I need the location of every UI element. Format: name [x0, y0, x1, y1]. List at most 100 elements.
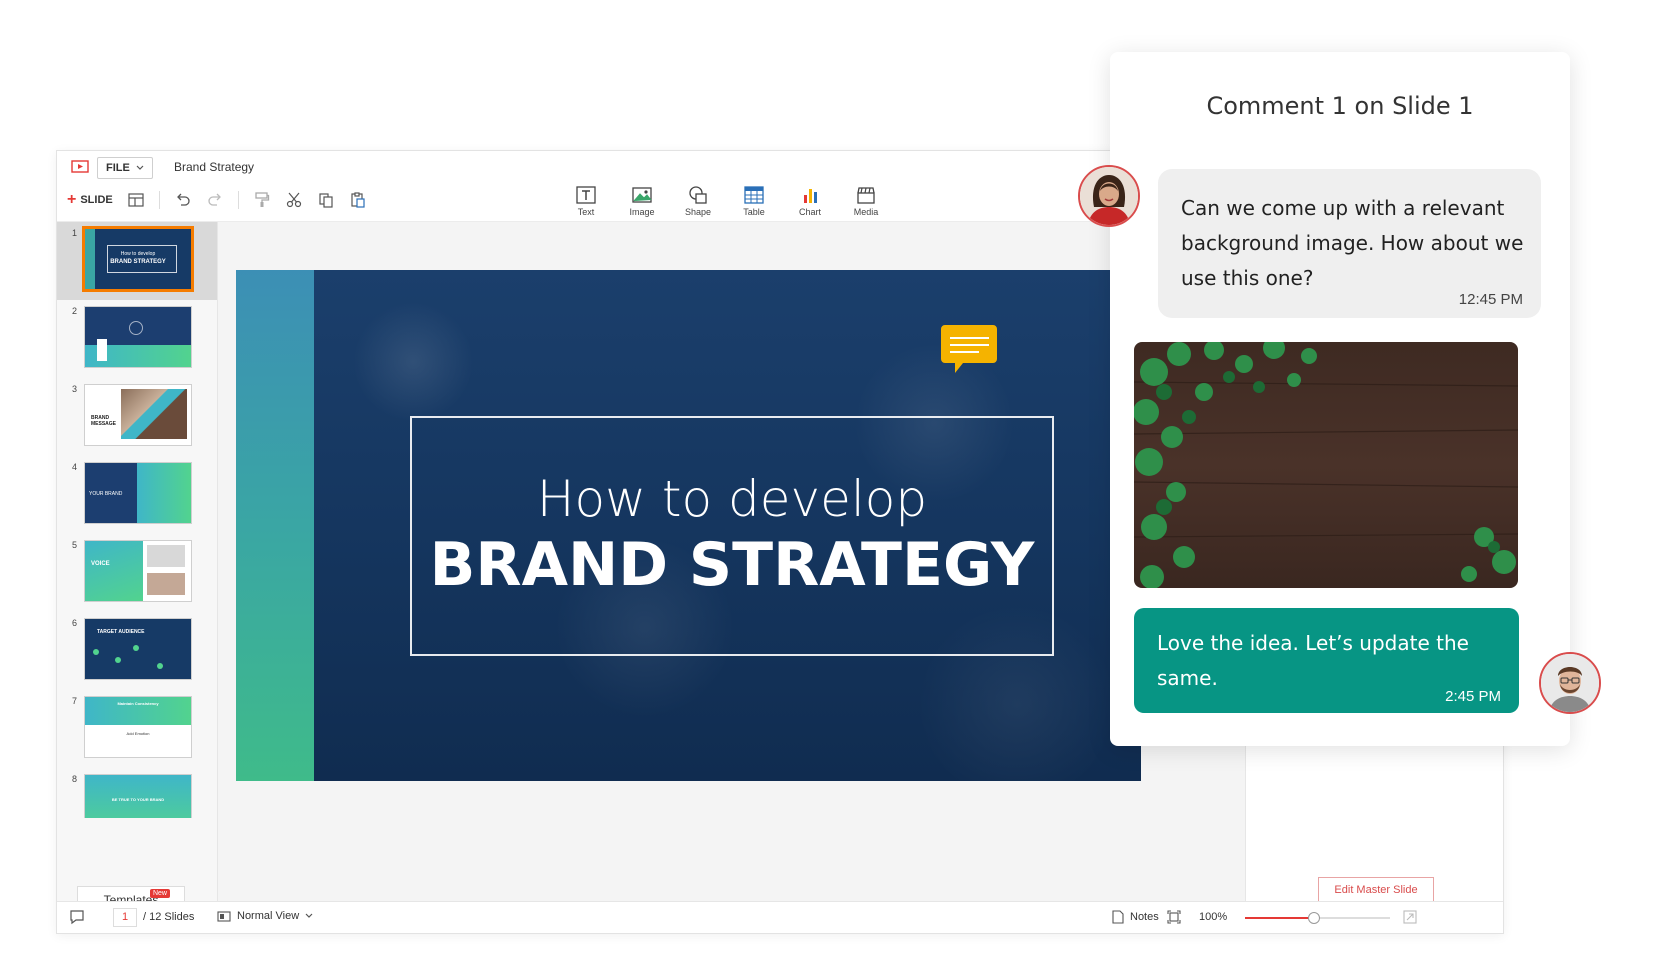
- insert-table-label: Table: [743, 207, 765, 217]
- reply-text: Love the idea. Let’s update the same.: [1157, 631, 1469, 690]
- toolbar-divider: [158, 191, 160, 209]
- thumbnail-preview: BRAND MESSAGE: [84, 384, 192, 446]
- thumbnail-text: Add Emotion: [126, 731, 150, 736]
- slide-thumbnail-7[interactable]: 7 Maintain Consistency Add Emotion: [57, 690, 217, 768]
- insert-text-label: Text: [577, 207, 595, 217]
- view-mode-label: Normal View: [237, 910, 300, 922]
- thumbnail-text: YOUR BRAND: [89, 491, 123, 497]
- media-icon: [857, 187, 875, 204]
- comment-panel-title: Comment 1 on Slide 1: [1206, 92, 1474, 120]
- document-title[interactable]: Brand Strategy: [174, 160, 254, 174]
- slide-count: / 12 Slides: [143, 911, 195, 923]
- notes-toggle[interactable]: Notes: [1112, 910, 1159, 924]
- thumbnail-preview: VOICE: [84, 540, 192, 602]
- thumbnail-text: TARGET AUDIENCE: [97, 629, 145, 635]
- insert-media-button[interactable]: Media: [847, 185, 885, 217]
- insert-shape-label: Shape: [684, 207, 712, 217]
- zoom-level: 100%: [1199, 911, 1228, 923]
- file-menu-button[interactable]: FILE: [97, 157, 153, 179]
- slide-number: 4: [72, 462, 78, 472]
- table-icon: [744, 186, 764, 204]
- cut-icon[interactable]: [285, 191, 303, 209]
- slide-thumbnail-panel[interactable]: 1 How to develop BRAND STRATEGY 2 3 BRAN…: [57, 222, 218, 901]
- slide-number: 2: [72, 306, 78, 316]
- slide-canvas[interactable]: How to develop BRAND STRATEGY: [236, 270, 1141, 781]
- slide-thumbnail-3[interactable]: 3 BRAND MESSAGE: [57, 378, 217, 456]
- slide-title-frame[interactable]: How to develop BRAND STRATEGY: [410, 416, 1054, 656]
- insert-shape-button[interactable]: Shape: [679, 185, 717, 217]
- zoom-slider[interactable]: [1245, 912, 1390, 924]
- insert-media-label: Media: [853, 207, 879, 217]
- slide-thumbnail-6[interactable]: 6 TARGET AUDIENCE: [57, 612, 217, 690]
- slide-thumbnail-1[interactable]: 1 How to develop BRAND STRATEGY: [57, 222, 217, 300]
- plus-icon: +: [67, 191, 77, 208]
- insert-image-button[interactable]: Image: [623, 185, 661, 217]
- slide-thumbnail-2[interactable]: 2: [57, 300, 217, 378]
- thumbnail-text: MESSAGE: [91, 421, 117, 427]
- view-mode-dropdown[interactable]: Normal View: [217, 910, 313, 922]
- slide-number: 5: [72, 540, 78, 550]
- normal-view-icon: [217, 910, 231, 922]
- thumbnail-preview: YOUR BRAND: [84, 462, 192, 524]
- comment-bubble[interactable]: Can we come up with a relevant backgroun…: [1158, 169, 1541, 318]
- notes-label: Notes: [1130, 911, 1159, 923]
- paste-icon[interactable]: [349, 191, 367, 209]
- fullscreen-icon[interactable]: [1403, 910, 1417, 927]
- zoom-slider-handle[interactable]: [1308, 912, 1321, 924]
- replier-avatar[interactable]: [1539, 652, 1601, 714]
- thumbnail-text: VOICE: [91, 561, 110, 567]
- thumbnail-text: BRAND STRATEGY: [110, 259, 166, 265]
- thumbnail-text: How to develop: [120, 251, 156, 257]
- slide-subtitle: How to develop: [536, 470, 928, 528]
- insert-table-button[interactable]: Table: [735, 185, 773, 217]
- attached-image[interactable]: [1134, 342, 1518, 588]
- zoom-slider-fill: [1245, 917, 1314, 919]
- thumbnail-text: Maintain Consistency: [117, 701, 159, 706]
- image-icon: [632, 187, 652, 203]
- slide-thumbnail-4[interactable]: 4 YOUR BRAND: [57, 456, 217, 534]
- undo-icon[interactable]: [174, 191, 192, 209]
- thumbnail-panel-footer: [57, 818, 217, 888]
- reply-timestamp: 2:45 PM: [1445, 688, 1501, 705]
- app-logo-icon[interactable]: [71, 160, 89, 174]
- commenter-avatar[interactable]: [1078, 165, 1140, 227]
- format-painter-icon[interactable]: [253, 191, 271, 209]
- thumbnail-preview: TARGET AUDIENCE: [84, 618, 192, 680]
- reply-bubble[interactable]: Love the idea. Let’s update the same. 2:…: [1134, 608, 1519, 713]
- slide-number: 6: [72, 618, 78, 628]
- insert-toolbar: Text Image Shape Table Chart Media: [567, 185, 885, 217]
- notes-icon: [1112, 910, 1124, 924]
- fit-slide-icon[interactable]: [1167, 910, 1181, 927]
- chat-icon[interactable]: [69, 909, 85, 928]
- comment-marker-icon[interactable]: [941, 325, 997, 375]
- comment-text: Can we come up with a relevant backgroun…: [1181, 196, 1524, 290]
- chevron-down-icon: [136, 165, 144, 170]
- slide-number: 8: [72, 774, 78, 784]
- slide-number: 1: [72, 228, 78, 238]
- thumbnail-preview: [84, 306, 192, 368]
- toolbar-divider: [237, 191, 239, 209]
- slide-number: 3: [72, 384, 78, 394]
- add-slide-button[interactable]: + SLIDE: [67, 191, 113, 208]
- edit-master-slide-button[interactable]: Edit Master Slide: [1318, 877, 1434, 903]
- status-bar: 1 / 12 Slides Normal View Notes 100%: [57, 901, 1503, 933]
- thumbnail-preview: How to develop BRAND STRATEGY: [82, 226, 194, 292]
- current-slide-input[interactable]: 1: [113, 908, 137, 927]
- insert-chart-button[interactable]: Chart: [791, 185, 829, 217]
- insert-text-button[interactable]: Text: [567, 185, 605, 217]
- copy-icon[interactable]: [317, 191, 335, 209]
- templates-button[interactable]: Templates New: [77, 886, 185, 901]
- layout-icon[interactable]: [127, 191, 145, 209]
- thumbnail-preview: Maintain Consistency Add Emotion: [84, 696, 192, 758]
- file-menu-label: FILE: [106, 162, 130, 174]
- comment-timestamp: 12:45 PM: [1458, 291, 1523, 308]
- new-badge: New: [149, 889, 170, 898]
- slide-number: 7: [72, 696, 78, 706]
- slide-thumbnail-5[interactable]: 5 VOICE: [57, 534, 217, 612]
- thumbnail-text: BE TRUE TO YOUR BRAND: [111, 797, 165, 802]
- slide-title: BRAND STRATEGY: [429, 530, 1035, 600]
- comment-panel: Comment 1 on Slide 1 Can we come up with…: [1110, 52, 1570, 746]
- text-icon: [576, 186, 596, 204]
- insert-image-label: Image: [629, 207, 655, 217]
- redo-icon[interactable]: [206, 191, 224, 209]
